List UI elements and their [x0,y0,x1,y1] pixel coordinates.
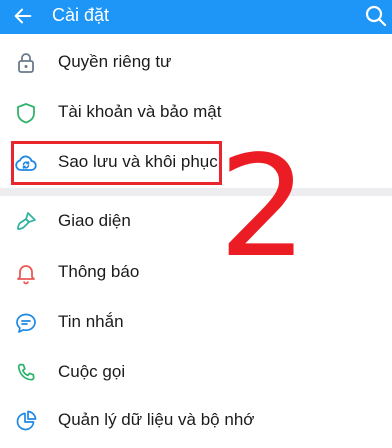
settings-item-label: Quyền riêng tư [58,52,172,71]
highlight-box [11,141,222,185]
back-arrow-icon[interactable] [12,5,34,27]
paint-brush-icon [17,212,36,230]
section-divider [0,188,392,196]
settings-item-label: Tài khoản và bảo mật [58,102,222,121]
settings-item-label: Quản lý dữ liệu và bộ nhớ [58,410,255,429]
bell-icon [17,265,35,285]
settings-item-messages[interactable]: Tin nhắn [0,298,392,348]
settings-item-privacy[interactable]: Quyền riêng tư [0,38,392,88]
shield-icon [17,103,35,124]
step-number-annotation: 2 [218,126,308,289]
settings-item-label: Tin nhắn [58,312,124,331]
app-header: Cài đặt [0,0,392,34]
search-icon[interactable] [364,4,388,28]
settings-item-notifications[interactable]: Thông báo [0,248,392,298]
settings-item-label: Thông báo [58,262,140,281]
message-icon [16,313,36,333]
settings-item-data-storage[interactable]: Quản lý dữ liệu và bộ nhớ [0,398,392,448]
settings-item-appearance[interactable]: Giao diện [0,197,392,247]
lock-icon [18,53,34,73]
settings-item-label: Giao diện [58,211,131,230]
settings-item-account-security[interactable]: Tài khoản và bảo mật [0,88,392,138]
pie-chart-icon [16,410,37,431]
page-title: Cài đặt [52,5,110,25]
settings-item-calls[interactable]: Cuộc gọi [0,348,392,398]
settings-item-label: Cuộc gọi [58,362,126,381]
phone-icon [17,363,35,381]
